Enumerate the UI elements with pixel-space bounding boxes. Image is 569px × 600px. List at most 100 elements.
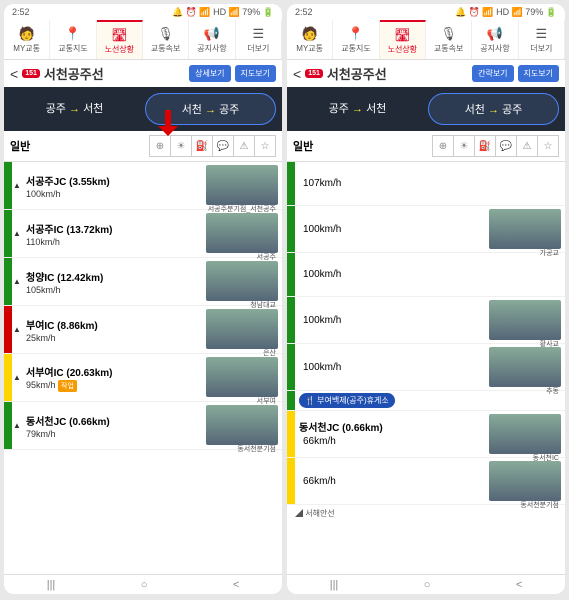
list-item[interactable]: ▲서공주IC (13.72km)110km/h서공주 bbox=[4, 210, 282, 258]
segment-title: 서공주JC (3.55km) bbox=[26, 173, 202, 188]
segment-speed: 66km/h bbox=[299, 434, 485, 449]
filter-warning-icon[interactable]: ⚠ bbox=[233, 135, 255, 157]
rest-stop-badge[interactable]: 🍴 부여백제(공주)휴게소 bbox=[299, 393, 395, 408]
nav-home[interactable]: ○ bbox=[141, 579, 148, 591]
cctv-thumb[interactable]: 동서천분기점 bbox=[489, 461, 561, 501]
tab-MY교통[interactable]: 🧑MY교통 bbox=[4, 20, 50, 59]
back-icon[interactable]: < bbox=[10, 66, 18, 82]
filter-star-icon[interactable]: ☆ bbox=[254, 135, 276, 157]
tab-교통속보[interactable]: 🎙교통속보 bbox=[426, 20, 472, 59]
tab-icon: 📍 bbox=[348, 26, 364, 42]
filter-chat-icon[interactable]: 💬 bbox=[212, 135, 234, 157]
traffic-bar bbox=[4, 162, 12, 209]
map-view-button[interactable]: 지도보기 bbox=[518, 65, 559, 82]
list-item[interactable]: ▲서공주JC (3.55km)100km/h서공주분기점_서천공주 bbox=[4, 162, 282, 210]
direction-a[interactable]: 공주 → 서천 bbox=[10, 93, 139, 125]
nav-back[interactable]: < bbox=[233, 579, 239, 591]
filter-chat-icon[interactable]: 💬 bbox=[495, 135, 517, 157]
segment-title: 청양IC (12.42km) bbox=[26, 269, 202, 284]
traffic-bar bbox=[4, 210, 12, 257]
filter-fuel-icon[interactable]: ⛽ bbox=[191, 135, 213, 157]
tab-icon: 🧑 bbox=[302, 26, 318, 42]
cctv-thumb[interactable]: 가공교 bbox=[489, 209, 561, 249]
filter-row: 일반 ⊕ ☀ ⛽ 💬 ⚠ ☆ bbox=[287, 131, 565, 162]
direction-b[interactable]: 서천 → 공주 bbox=[428, 93, 559, 125]
tab-label: 더보기 bbox=[530, 43, 552, 54]
filter-sun-icon[interactable]: ☀ bbox=[453, 135, 475, 157]
cctv-thumb[interactable]: 서공주 bbox=[206, 213, 278, 253]
tab-공지사항[interactable]: 📢공지사항 bbox=[472, 20, 518, 59]
traffic-bar bbox=[287, 458, 295, 504]
list-item[interactable]: 100km/h bbox=[287, 253, 565, 297]
segment-speed: 79km/h bbox=[26, 429, 202, 439]
cctv-thumb[interactable]: 서공주분기점_서천공주 bbox=[206, 165, 278, 205]
simple-view-button[interactable]: 간략보기 bbox=[472, 65, 513, 82]
route-list[interactable]: 107km/h 100km/h가공교100km/h100km/h황사교100km/… bbox=[287, 162, 565, 574]
segment-speed: 107km/h bbox=[299, 176, 485, 191]
segment-title: 부여IC (8.86km) bbox=[26, 317, 202, 332]
list-item[interactable]: ▲청양IC (12.42km)105km/h청남대교 bbox=[4, 258, 282, 306]
list-item[interactable]: 100km/h추동 bbox=[287, 344, 565, 391]
tab-icon: 📢 bbox=[487, 26, 503, 42]
row-content: 부여IC (8.86km)25km/h bbox=[22, 306, 206, 353]
top-tabs: 🧑MY교통📍교통지도🛣노선상황🎙교통속보📢공지사항☰더보기 bbox=[4, 20, 282, 60]
list-item[interactable]: 107km/h bbox=[287, 162, 565, 206]
list-item[interactable]: ▲부여IC (8.86km)25km/h은산 bbox=[4, 306, 282, 354]
segment-title: 서공주IC (13.72km) bbox=[26, 221, 202, 236]
cctv-thumb[interactable]: 황사교 bbox=[489, 300, 561, 340]
filter-star-icon[interactable]: ☆ bbox=[537, 135, 559, 157]
tab-공지사항[interactable]: 📢공지사항 bbox=[189, 20, 235, 59]
list-item[interactable]: 100km/h황사교 bbox=[287, 297, 565, 344]
chevron-up-icon: ▲ bbox=[12, 306, 22, 353]
tab-교통속보[interactable]: 🎙교통속보 bbox=[143, 20, 189, 59]
route-list[interactable]: ▲서공주JC (3.55km)100km/h서공주분기점_서천공주▲서공주IC … bbox=[4, 162, 282, 574]
tab-더보기[interactable]: ☰더보기 bbox=[519, 20, 565, 59]
android-nav: ||| ○ < bbox=[287, 574, 565, 594]
thumb-caption: 동서천분기점 bbox=[237, 444, 276, 454]
status-icons: 🔔 ⏰ 📶 HD 📶 79% 🔋 bbox=[172, 7, 274, 18]
list-item[interactable]: 66km/h 동서천분기점 bbox=[287, 458, 565, 505]
tab-icon: 📢 bbox=[204, 26, 220, 42]
list-item[interactable]: ▲동서천JC (0.66km)79km/h동서천분기점 bbox=[4, 402, 282, 450]
cctv-thumb[interactable]: 은산 bbox=[206, 309, 278, 349]
cctv-thumb[interactable]: 동서천분기점 bbox=[206, 405, 278, 445]
traffic-bar bbox=[287, 206, 295, 252]
list-item[interactable]: 100km/h가공교 bbox=[287, 206, 565, 253]
status-time: 2:52 bbox=[295, 7, 313, 17]
segment-speed: 25km/h bbox=[26, 333, 202, 343]
nav-home[interactable]: ○ bbox=[424, 579, 431, 591]
cctv-thumb[interactable]: 동서천IC bbox=[489, 414, 561, 454]
traffic-bar bbox=[287, 162, 295, 205]
title-row: < 151 서천공주선 간략보기 지도보기 bbox=[287, 60, 565, 87]
tab-교통지도[interactable]: 📍교통지도 bbox=[333, 20, 379, 59]
cctv-thumb[interactable]: 청남대교 bbox=[206, 261, 278, 301]
cctv-thumb[interactable]: 서부여 bbox=[206, 357, 278, 397]
tab-icon: 🛣 bbox=[394, 27, 411, 43]
filter-warning-icon[interactable]: ⚠ bbox=[516, 135, 538, 157]
top-tabs: 🧑MY교통📍교통지도🛣노선상황🎙교통속보📢공지사항☰더보기 bbox=[287, 20, 565, 60]
filter-target-icon[interactable]: ⊕ bbox=[432, 135, 454, 157]
back-icon[interactable]: < bbox=[293, 66, 301, 82]
direction-a[interactable]: 공주 → 서천 bbox=[293, 93, 422, 125]
tab-노선상황[interactable]: 🛣노선상황 bbox=[97, 20, 143, 59]
tab-노선상황[interactable]: 🛣노선상황 bbox=[380, 20, 426, 59]
detail-view-button[interactable]: 상세보기 bbox=[189, 65, 230, 82]
row-content: 동서천JC (0.66km)66km/h bbox=[295, 417, 489, 451]
filter-fuel-icon[interactable]: ⛽ bbox=[474, 135, 496, 157]
segment-title: 서부여IC (20.63km) bbox=[26, 364, 202, 379]
map-view-button[interactable]: 지도보기 bbox=[235, 65, 276, 82]
nav-recent[interactable]: ||| bbox=[47, 579, 56, 591]
segment-speed: 95km/h 작업 bbox=[26, 380, 202, 392]
list-item[interactable]: 동서천JC (0.66km)66km/h동서천IC bbox=[287, 411, 565, 458]
nav-back[interactable]: < bbox=[516, 579, 522, 591]
chevron-up-icon: ▲ bbox=[12, 210, 22, 257]
list-item[interactable]: ▲서부여IC (20.63km)95km/h 작업서부여 bbox=[4, 354, 282, 402]
tab-더보기[interactable]: ☰더보기 bbox=[236, 20, 282, 59]
chevron-up-icon: ▲ bbox=[12, 402, 22, 449]
tab-MY교통[interactable]: 🧑MY교통 bbox=[287, 20, 333, 59]
nav-recent[interactable]: ||| bbox=[330, 579, 339, 591]
chevron-up-icon: ▲ bbox=[12, 258, 22, 305]
segment-speed: 66km/h bbox=[299, 474, 485, 489]
cctv-thumb[interactable]: 추동 bbox=[489, 347, 561, 387]
tab-교통지도[interactable]: 📍교통지도 bbox=[50, 20, 96, 59]
